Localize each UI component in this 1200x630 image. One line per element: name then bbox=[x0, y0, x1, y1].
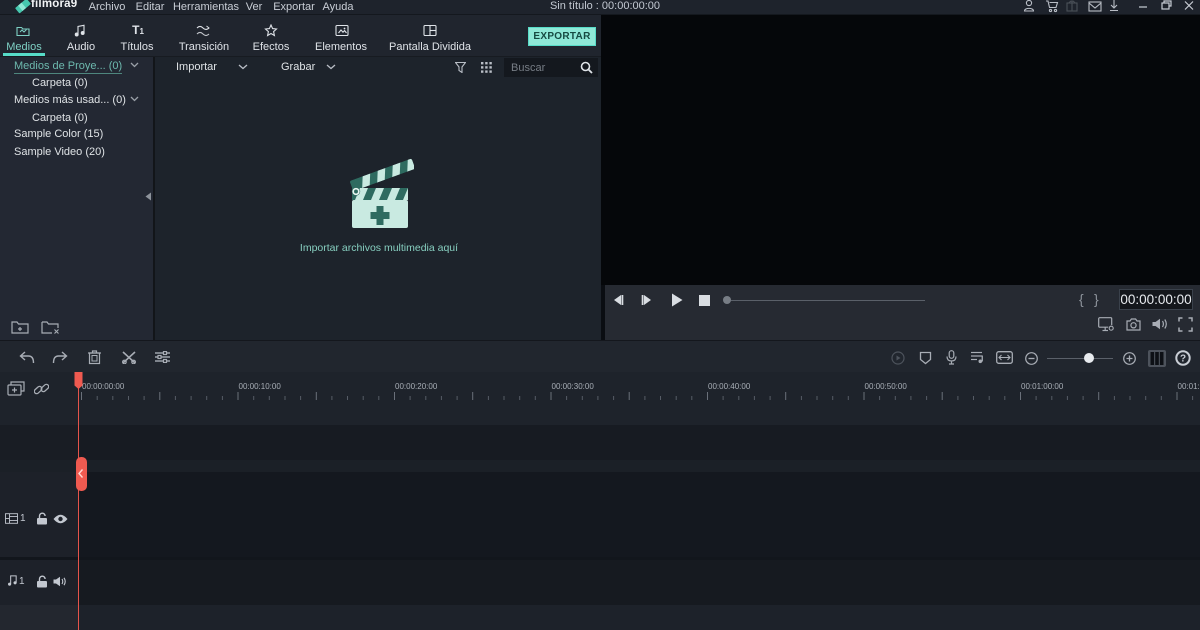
svg-text:?: ? bbox=[1180, 354, 1186, 365]
